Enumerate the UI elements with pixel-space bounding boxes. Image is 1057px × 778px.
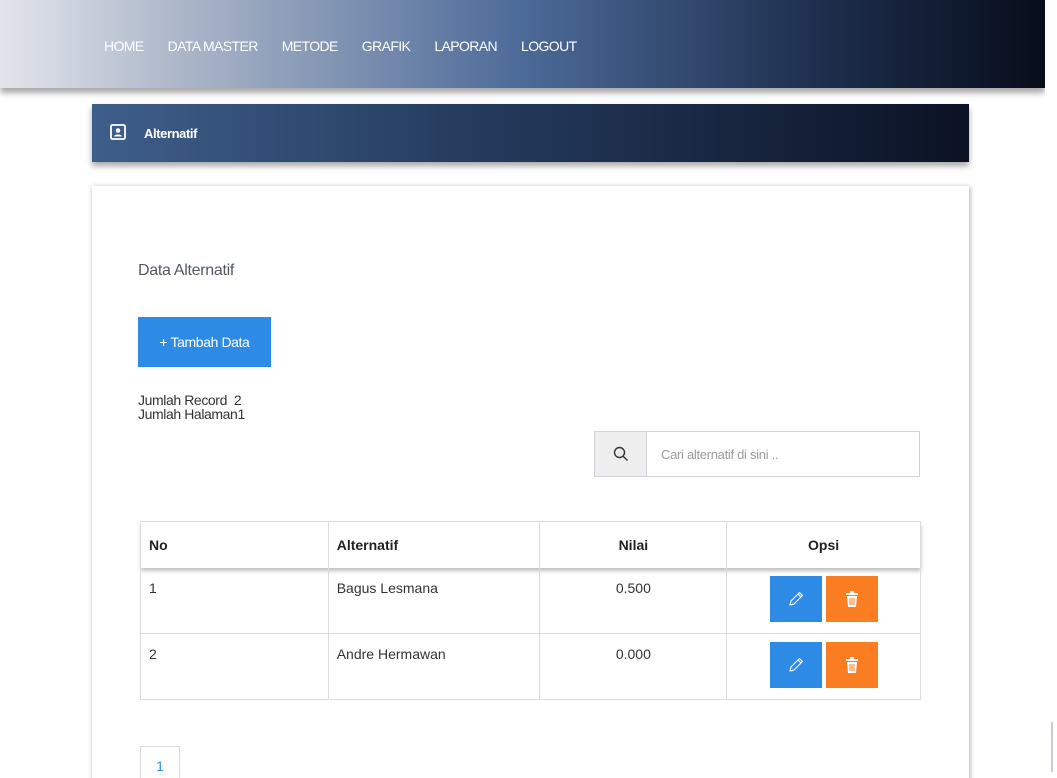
delete-button[interactable] [825, 575, 878, 622]
cell-no: 2 [140, 633, 329, 700]
edit-button[interactable] [769, 575, 822, 622]
col-opsi: Opsi [726, 521, 921, 568]
window-edge [1045, 0, 1057, 778]
col-no: No [140, 521, 329, 568]
search-icon [613, 446, 628, 461]
col-nilai: Nilai [539, 521, 728, 568]
cell-no: 1 [140, 567, 329, 634]
pencil-icon [789, 591, 803, 606]
search-group [594, 431, 920, 477]
record-stats: Jumlah Record 2 Jumlah Halaman1 [138, 393, 245, 421]
nav-data-master[interactable]: DATA MASTER [168, 38, 259, 54]
section-title: Alternatif [144, 126, 198, 141]
cell-alternatif: Bagus Lesmana [328, 567, 541, 634]
table-row: 1 Bagus Lesmana 0.500 [140, 567, 921, 634]
edit-button[interactable] [769, 642, 822, 688]
page: HOME DATA MASTER METODE GRAFIK LAPORAN L… [0, 0, 1057, 778]
cell-nilai: 0.000 [539, 633, 728, 700]
nav-home[interactable]: HOME [104, 38, 144, 54]
col-alternatif: Alternatif [328, 521, 541, 568]
alternatif-table: No Alternatif Nilai Opsi 1 Bagus Lesmana… [140, 521, 921, 700]
nav-logout[interactable]: LOGOUT [521, 38, 577, 54]
nav-laporan[interactable]: LAPORAN [434, 38, 497, 54]
content-card: Data Alternatif + Tambah Data Jumlah Rec… [92, 186, 969, 778]
add-data-button[interactable]: + Tambah Data [138, 317, 271, 367]
top-navbar: HOME DATA MASTER METODE GRAFIK LAPORAN L… [0, 0, 1045, 88]
nav-grafik[interactable]: GRAFIK [362, 38, 411, 54]
cell-nilai: 0.500 [539, 567, 728, 634]
record-count: Jumlah Record 2 [138, 392, 242, 408]
trash-icon [845, 657, 858, 673]
table-header-row: No Alternatif Nilai Opsi [140, 521, 921, 568]
pencil-icon [789, 657, 803, 672]
section-header: Alternatif [92, 104, 969, 162]
table-row: 2 Andre Hermawan 0.000 [140, 633, 921, 700]
nav-links: HOME DATA MASTER METODE GRAFIK LAPORAN L… [104, 38, 601, 54]
cell-opsi [726, 633, 921, 700]
card-title: Data Alternatif [138, 262, 235, 279]
nav-metode[interactable]: METODE [282, 38, 339, 54]
scrollbar[interactable] [1051, 722, 1053, 772]
contact-card-icon [110, 124, 126, 140]
pagination-page-1[interactable]: 1 [140, 746, 180, 778]
search-input[interactable] [647, 432, 919, 476]
delete-button[interactable] [825, 642, 878, 688]
trash-icon [845, 590, 858, 607]
page-count: Jumlah Halaman1 [138, 406, 245, 422]
cell-opsi [726, 567, 921, 634]
cell-alternatif: Andre Hermawan [328, 633, 541, 700]
search-addon[interactable] [595, 432, 647, 476]
